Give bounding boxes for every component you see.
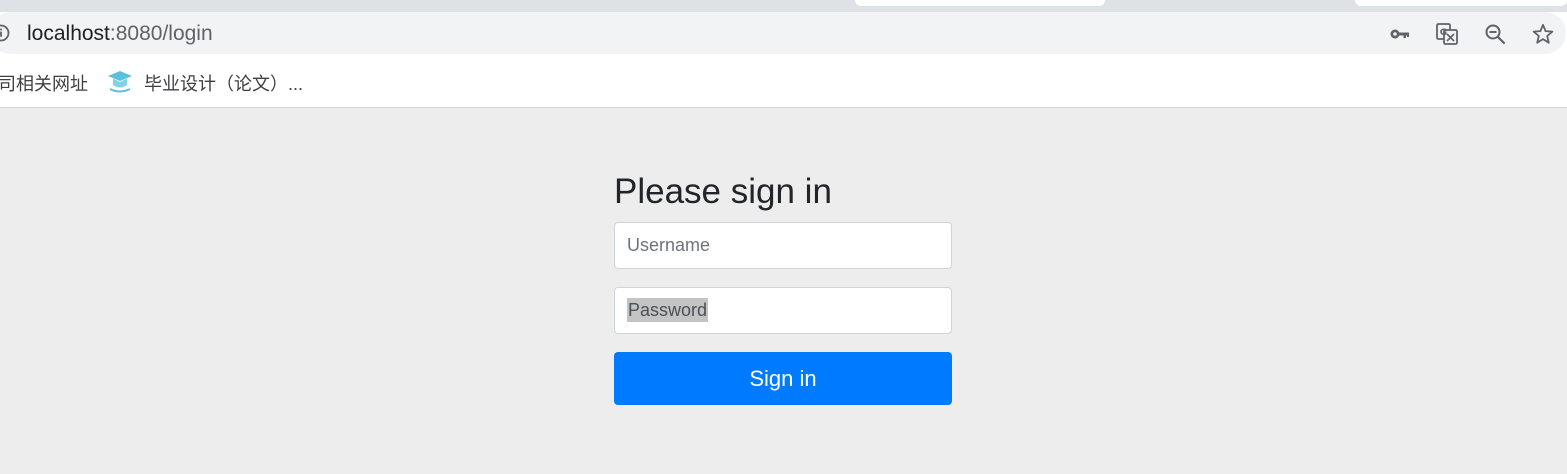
active-tab-sliver[interactable] [855, 0, 1105, 6]
page-title: Please sign in [614, 172, 832, 211]
svg-text:G: G [1440, 28, 1447, 38]
address-bar[interactable]: localhost:8080/login G [0, 12, 1566, 54]
browser-toolbar: localhost:8080/login G [0, 12, 1567, 56]
key-icon[interactable] [1388, 22, 1412, 46]
url-path: :8080/login [109, 22, 213, 45]
username-input[interactable] [627, 223, 939, 268]
star-icon[interactable] [1531, 22, 1555, 46]
url-host: localhost [27, 22, 110, 45]
tab-sliver[interactable] [1355, 0, 1567, 6]
password-field[interactable]: Password [614, 287, 952, 334]
translate-icon[interactable]: G [1435, 22, 1459, 46]
zoom-out-icon[interactable] [1483, 22, 1507, 46]
bookmark-item-graduation-project[interactable]: 毕业设计（论文）... [144, 70, 303, 96]
bookmarks-bar: 司相关网址 毕业设计（论文）... [0, 56, 1567, 108]
username-field[interactable] [614, 222, 952, 269]
tab-strip [0, 0, 1567, 12]
password-placeholder-highlighted: Password [627, 298, 709, 322]
url-text[interactable]: localhost:8080/login [27, 22, 213, 46]
sign-in-button[interactable]: Sign in [614, 352, 952, 405]
info-icon[interactable] [0, 24, 10, 42]
login-page: Please sign in Password Sign in [0, 109, 1567, 474]
bookmark-item-related-links[interactable]: 司相关网址 [0, 70, 88, 96]
graduation-cap-icon [108, 71, 132, 93]
